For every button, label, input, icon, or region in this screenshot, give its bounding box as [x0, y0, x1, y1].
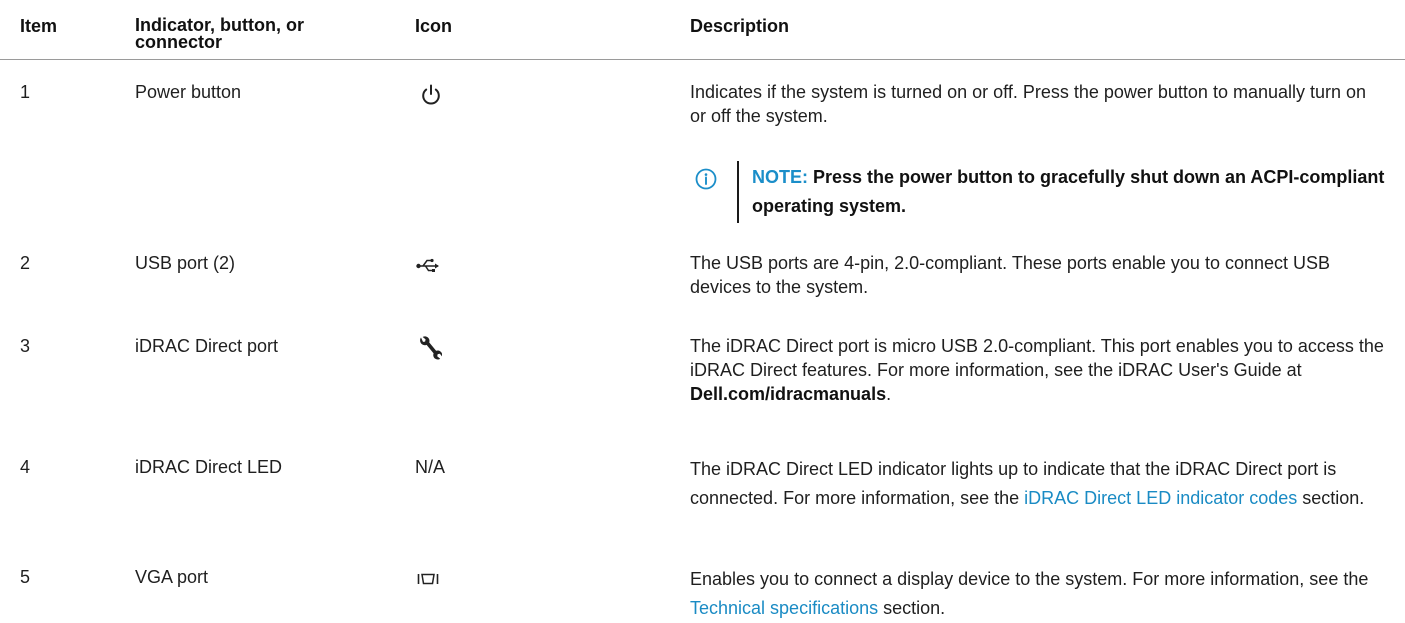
manuals-url: Dell.com/idracmanuals [690, 384, 887, 404]
power-icon [420, 84, 442, 111]
description-text: Enables you to connect a display device … [690, 569, 1369, 589]
row-item-number: 1 [20, 82, 31, 102]
wrench-icon [418, 335, 443, 366]
note-text-block: NOTE: Press the power button to graceful… [752, 163, 1392, 221]
row-item-number: 4 [20, 457, 31, 477]
row-component-name: iDRAC Direct LED [135, 457, 283, 477]
header-item: Item [20, 16, 58, 36]
row-icon-na: N/A [415, 457, 446, 477]
row-description: The USB ports are 4-pin, 2.0-compliant. … [690, 253, 1331, 297]
description-text-end: section. [878, 598, 946, 618]
description-text-end: section. [1297, 488, 1365, 508]
note-divider [737, 161, 739, 223]
row-description: Indicates if the system is turned on or … [690, 82, 1367, 126]
note-callout: NOTE: Press the power button to graceful… [695, 161, 1395, 223]
table-header: Item Indicator, button, or connector Ico… [0, 0, 1405, 59]
header-indicator: Indicator, button, or connector [135, 15, 304, 52]
description-text-end: . [886, 384, 892, 404]
header-divider [0, 59, 1405, 60]
vga-icon [417, 572, 439, 591]
info-icon [695, 168, 717, 195]
row-item-number: 3 [20, 336, 31, 356]
description-text: The iDRAC Direct port is micro USB 2.0-c… [690, 336, 1384, 380]
row-component-name: USB port (2) [135, 253, 236, 273]
led-codes-link[interactable]: iDRAC Direct LED indicator codes [1024, 488, 1297, 508]
note-body: Press the power button to gracefully shu… [752, 167, 1385, 216]
row-component-name: VGA port [135, 567, 209, 587]
row-description: The iDRAC Direct port is micro USB 2.0-c… [690, 334, 1385, 406]
row-description: Enables you to connect a display device … [690, 565, 1385, 623]
note-label: NOTE: [752, 167, 808, 187]
row-item-number: 5 [20, 567, 31, 587]
row-description: The iDRAC Direct LED indicator lights up… [690, 455, 1385, 513]
tech-specs-link[interactable]: Technical specifications [690, 598, 878, 618]
usb-icon [416, 257, 440, 278]
row-component-name: Power button [135, 82, 242, 102]
header-icon: Icon [415, 16, 453, 36]
row-component-name: iDRAC Direct port [135, 336, 279, 356]
header-description: Description [690, 16, 790, 36]
row-item-number: 2 [20, 253, 31, 273]
